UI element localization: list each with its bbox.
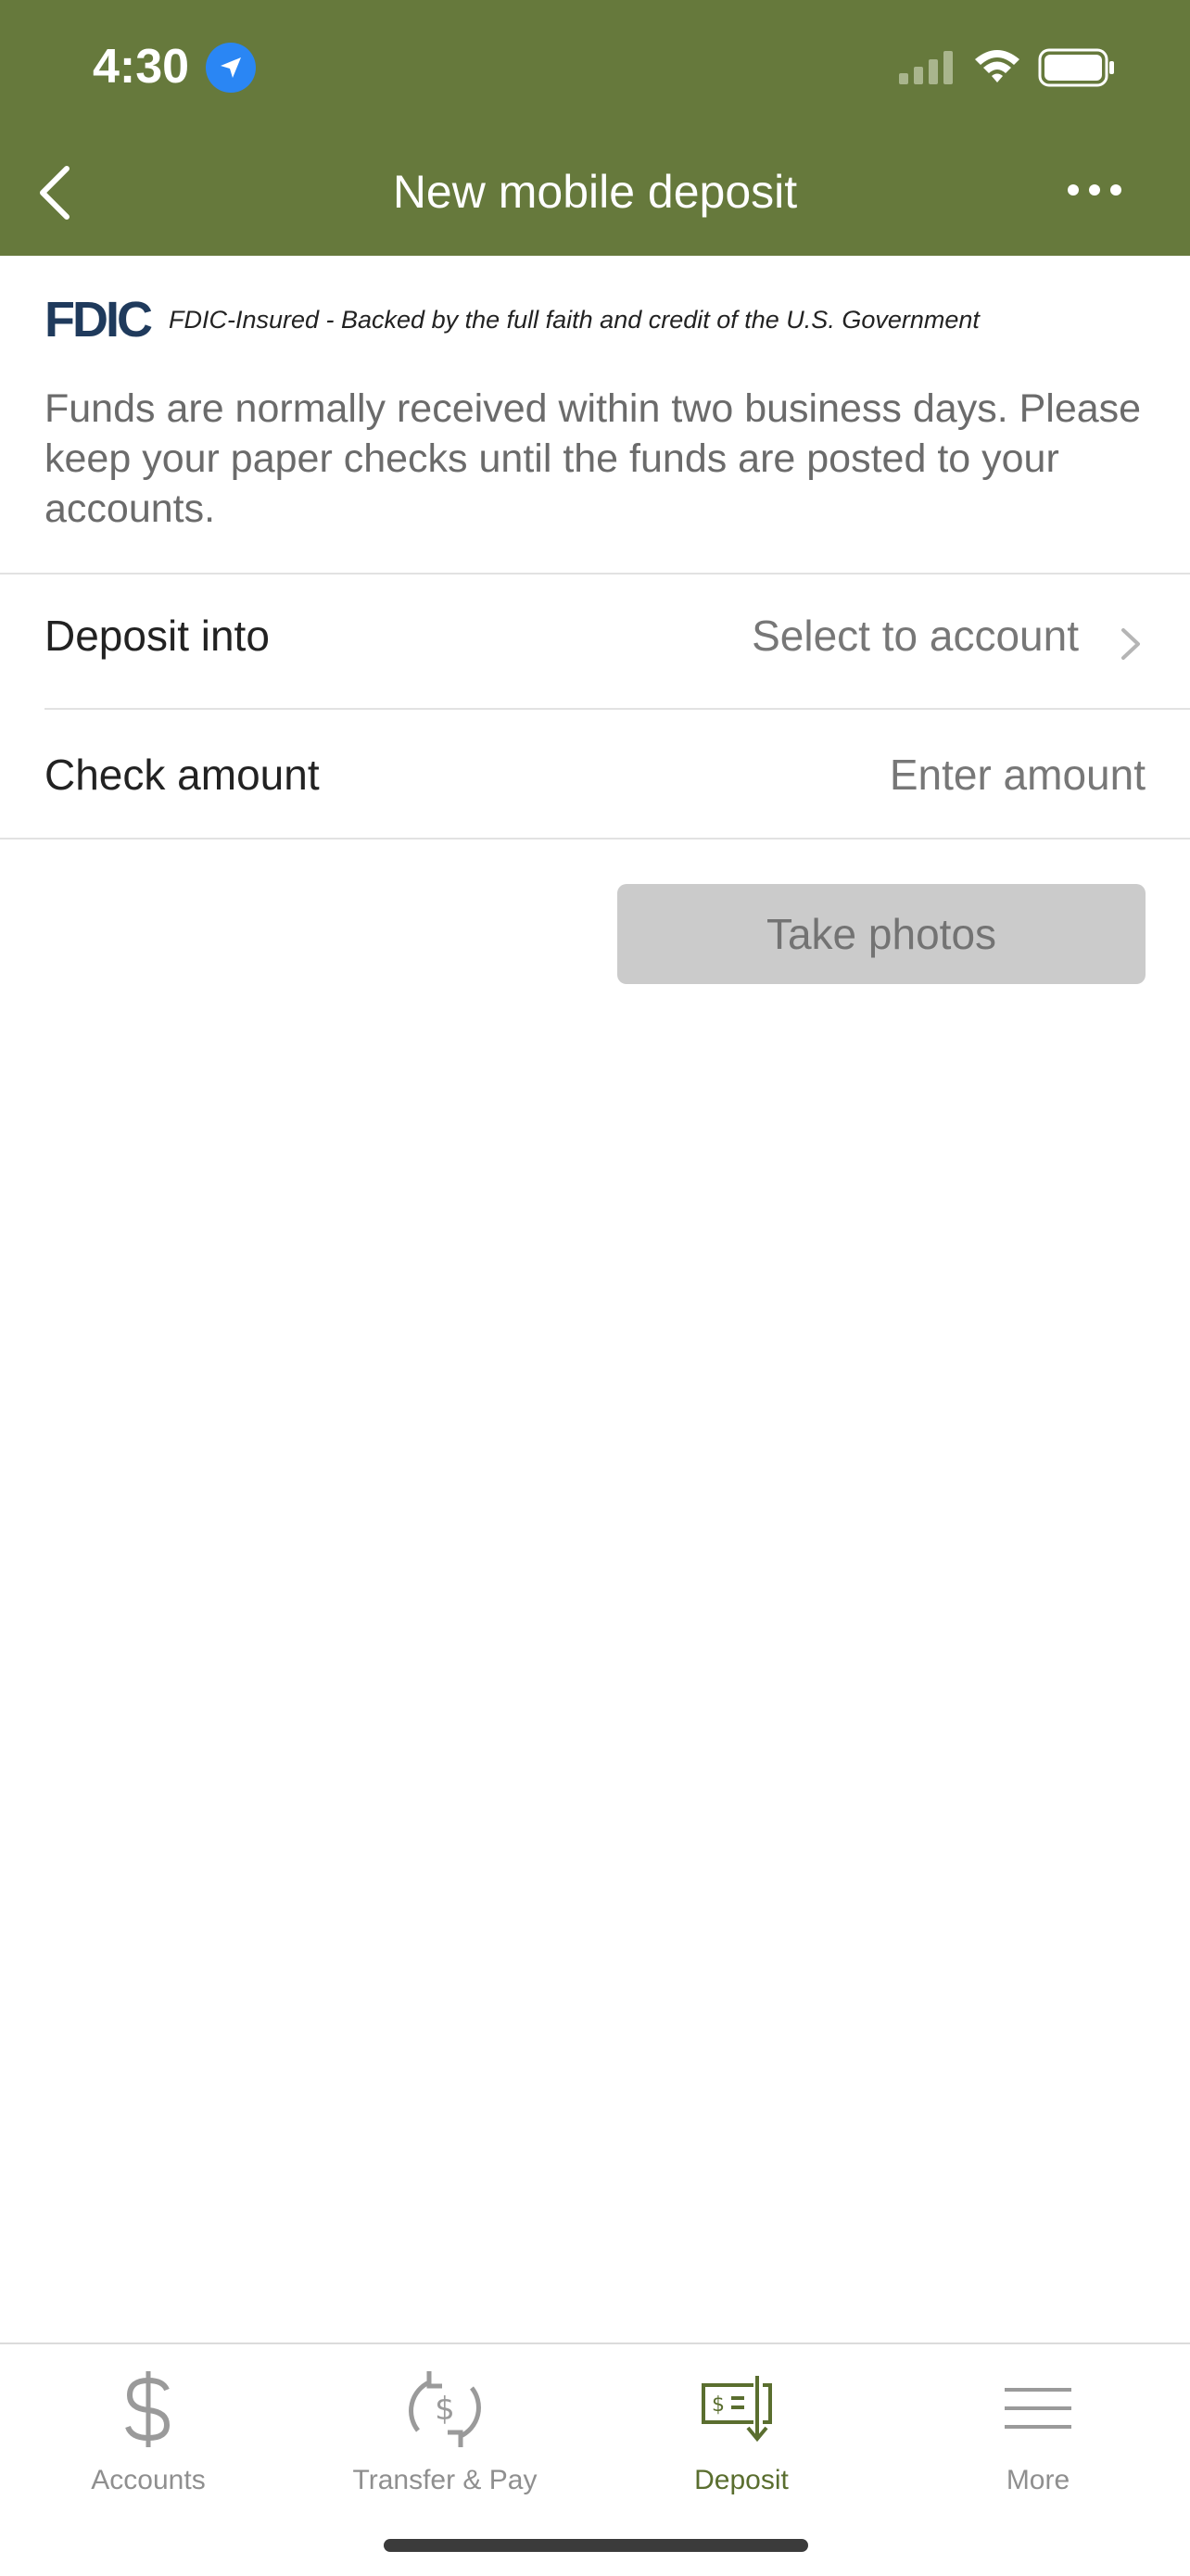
tab-label: Accounts [91, 2465, 206, 2495]
app-header: 4:30 New mobile deposit [0, 0, 1190, 256]
check-deposit-icon: $ [702, 2376, 772, 2443]
divider [0, 838, 1190, 840]
check-amount-input[interactable]: Enter amount [890, 747, 1146, 802]
transfer-dollar-icon: $ [409, 2371, 481, 2447]
fdic-disclaimer: FDIC-Insured - Backed by the full faith … [168, 305, 980, 334]
chevron-right-icon [1121, 628, 1140, 660]
deposit-into-value[interactable]: Select to account [752, 608, 1079, 663]
status-time: 4:30 [93, 40, 190, 94]
location-icon [206, 43, 256, 93]
tab-deposit[interactable]: $ Deposit [593, 2363, 890, 2496]
wifi-icon [975, 50, 1019, 82]
signal-icon [899, 51, 953, 84]
divider [44, 708, 1190, 710]
svg-text:$: $ [435, 2391, 455, 2428]
deposit-into-label: Deposit into [44, 612, 270, 660]
battery-icon [1038, 48, 1114, 87]
check-amount-label: Check amount [44, 751, 320, 799]
tab-label: More [1006, 2465, 1070, 2495]
fdic-banner: FDIC FDIC-Insured - Backed by the full f… [44, 295, 980, 345]
tab-accounts[interactable]: Accounts [0, 2363, 297, 2496]
fdic-logo: FDIC [44, 292, 153, 347]
svg-text:$: $ [712, 2393, 725, 2417]
more-options-button[interactable] [1066, 181, 1123, 199]
page-title: New mobile deposit [392, 166, 798, 218]
tab-transfer-pay[interactable]: $ Transfer & Pay [297, 2363, 593, 2496]
tab-label: Transfer & Pay [352, 2465, 538, 2495]
divider [0, 573, 1190, 575]
deposit-info-text: Funds are normally received within two b… [44, 386, 1142, 531]
tab-label: Deposit [694, 2465, 789, 2495]
take-photos-button[interactable]: Take photos [617, 884, 1146, 984]
tab-more[interactable]: More [890, 2363, 1186, 2496]
home-indicator [384, 2539, 808, 2552]
menu-icon [1005, 2388, 1071, 2429]
dollar-icon [125, 2371, 171, 2447]
